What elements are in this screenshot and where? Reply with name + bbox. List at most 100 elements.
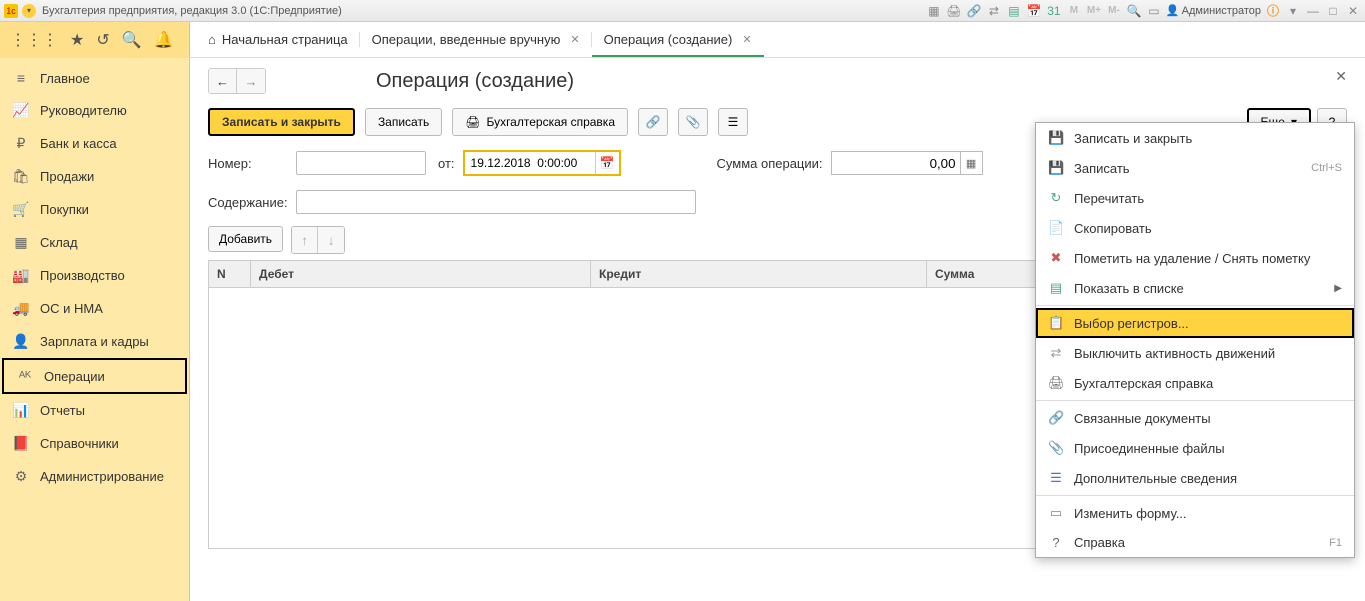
tab[interactable]: Операции, введенные вручную✕ [360,24,592,57]
bell-icon[interactable]: 🔔 [154,30,174,50]
menu-item[interactable]: 💾ЗаписатьCtrl+S [1036,153,1354,183]
list-button[interactable]: ☰ [718,108,748,136]
toolbar-icon[interactable]: ▦ [926,3,942,19]
menu-item[interactable]: 🖨Бухгалтерская справка [1036,368,1354,398]
menu-item[interactable]: 📄Скопировать [1036,213,1354,243]
sidebar-item[interactable]: ≡Главное [0,62,189,94]
forward-button[interactable]: → [237,69,265,93]
zoom-icon[interactable]: 🔍 [1126,3,1142,19]
menu-item[interactable]: ✖Пометить на удаление / Снять пометку [1036,243,1354,273]
back-button[interactable]: ← [209,69,237,93]
sidebar-item[interactable]: ᴬᴷОперации [2,358,187,394]
number-input[interactable] [296,151,426,175]
menu-item-label: Бухгалтерская справка [1074,376,1342,391]
minimize-icon[interactable]: — [1305,3,1321,19]
history-icon[interactable]: ↺ [96,30,109,50]
close-page-icon[interactable]: ✕ [1335,68,1347,85]
sidebar-item-icon: 📕 [12,435,30,452]
menu-item-label: Записать и закрыть [1074,131,1342,146]
dropdown-icon[interactable]: ▾ [22,4,36,18]
date-input[interactable] [465,152,595,174]
tab[interactable]: ⌂Начальная страница [196,24,360,57]
menu-item-icon: 📎 [1048,440,1064,456]
menu-item[interactable]: ⇄Выключить активность движений [1036,338,1354,368]
app-logo-icon: 1c [4,4,18,18]
report-button-label: Бухгалтерская справка [486,115,615,129]
link-button[interactable]: 🔗 [638,108,668,136]
compare-icon[interactable]: ⇄ [986,3,1002,19]
sidebar-item[interactable]: 🚚ОС и НМА [0,292,189,325]
apps-icon[interactable]: ⋮⋮⋮ [10,30,58,50]
sidebar-item-label: Продажи [40,169,94,184]
dropdown-small-icon[interactable]: ▾ [1285,3,1301,19]
sidebar-item[interactable]: 🏭Производство [0,259,189,292]
content-input[interactable] [296,190,696,214]
calendar-picker-icon[interactable]: 📅 [595,152,619,174]
menu-item-label: Изменить форму... [1074,506,1342,521]
page-title: Операция (создание) [376,70,574,93]
report-button[interactable]: 🖨 Бухгалтерская справка [452,108,628,136]
move-down-icon[interactable]: ↓ [318,227,344,253]
save-close-button[interactable]: Записать и закрыть [208,108,355,136]
menu-item[interactable]: 📎Присоединенные файлы [1036,433,1354,463]
menu-item[interactable]: ▭Изменить форму... [1036,498,1354,528]
menu-item[interactable]: 🔗Связанные документы [1036,403,1354,433]
calc-icon[interactable]: ▤ [1006,3,1022,19]
menu-item[interactable]: 📋Выбор регистров... [1036,308,1354,338]
sidebar-item[interactable]: 📈Руководителю [0,94,189,127]
sidebar: ≡Главное📈Руководителю₽Банк и касса🛍Прода… [0,58,190,601]
sidebar-item[interactable]: 👤Зарплата и кадры [0,325,189,358]
sidebar-item[interactable]: ▦Склад [0,226,189,259]
m-plus-button[interactable]: M+ [1086,3,1102,19]
sidebar-item[interactable]: ₽Банк и касса [0,127,189,160]
tabs: ⌂Начальная страницаОперации, введенные в… [190,22,1365,57]
menu-item-icon: ⇄ [1048,345,1064,361]
maximize-icon[interactable]: □ [1325,3,1341,19]
search-icon[interactable]: 🔍 [122,30,142,50]
print-icon[interactable]: 🖨 [946,3,962,19]
attach-button[interactable]: 📎 [678,108,708,136]
m-button[interactable]: M [1066,3,1082,19]
more-menu: 💾Записать и закрыть💾ЗаписатьCtrl+S↻Переч… [1035,122,1355,558]
user-label[interactable]: 👤 Администратор [1166,4,1261,17]
date-icon[interactable]: 31 [1046,3,1062,19]
info-icon[interactable]: ⓘ [1265,3,1281,19]
sidebar-item-icon: ₽ [12,135,30,152]
menu-item[interactable]: ▤Показать в списке▶ [1036,273,1354,303]
m-minus-button[interactable]: M- [1106,3,1122,19]
menu-item-hint: F1 [1329,537,1342,549]
titlebar: 1c ▾ Бухгалтерия предприятия, редакция 3… [0,0,1365,22]
menu-item[interactable]: ↻Перечитать [1036,183,1354,213]
sidebar-item[interactable]: 🛒Покупки [0,193,189,226]
link-icon[interactable]: 🔗 [966,3,982,19]
sidebar-item-label: Главное [40,71,90,86]
calendar-icon[interactable]: 📅 [1026,3,1042,19]
menu-item-hint: Ctrl+S [1311,162,1342,174]
menu-item-label: Показать в списке [1074,281,1324,296]
star-icon[interactable]: ★ [70,30,84,50]
menu-item[interactable]: ☰Дополнительные сведения [1036,463,1354,493]
from-label: от: [438,156,455,171]
sidebar-item[interactable]: 📊Отчеты [0,394,189,427]
sidebar-item[interactable]: 🛍Продажи [0,160,189,193]
menu-item-icon: 💾 [1048,160,1064,176]
calc-button-icon[interactable]: ▦ [961,151,983,175]
save-button[interactable]: Записать [365,108,442,136]
menu-item[interactable]: 💾Записать и закрыть [1036,123,1354,153]
tab-close-icon[interactable]: ✕ [570,33,579,46]
close-window-icon[interactable]: ✕ [1345,3,1361,19]
menu-item-icon: ✖ [1048,250,1064,266]
number-label: Номер: [208,156,288,171]
menu-item-label: Выбор регистров... [1074,316,1342,331]
menu-item[interactable]: ?СправкаF1 [1036,528,1354,557]
sidebar-item[interactable]: 📕Справочники [0,427,189,460]
window-icon[interactable]: ▭ [1146,3,1162,19]
menu-separator [1036,305,1354,306]
add-button[interactable]: Добавить [208,226,283,252]
sidebar-item-label: Руководителю [40,103,127,118]
tab[interactable]: Операция (создание)✕ [592,24,764,57]
tab-close-icon[interactable]: ✕ [742,33,751,46]
move-up-icon[interactable]: ↑ [292,227,318,253]
sum-input[interactable] [831,151,961,175]
sidebar-item[interactable]: ⚙Администрирование [0,460,189,493]
